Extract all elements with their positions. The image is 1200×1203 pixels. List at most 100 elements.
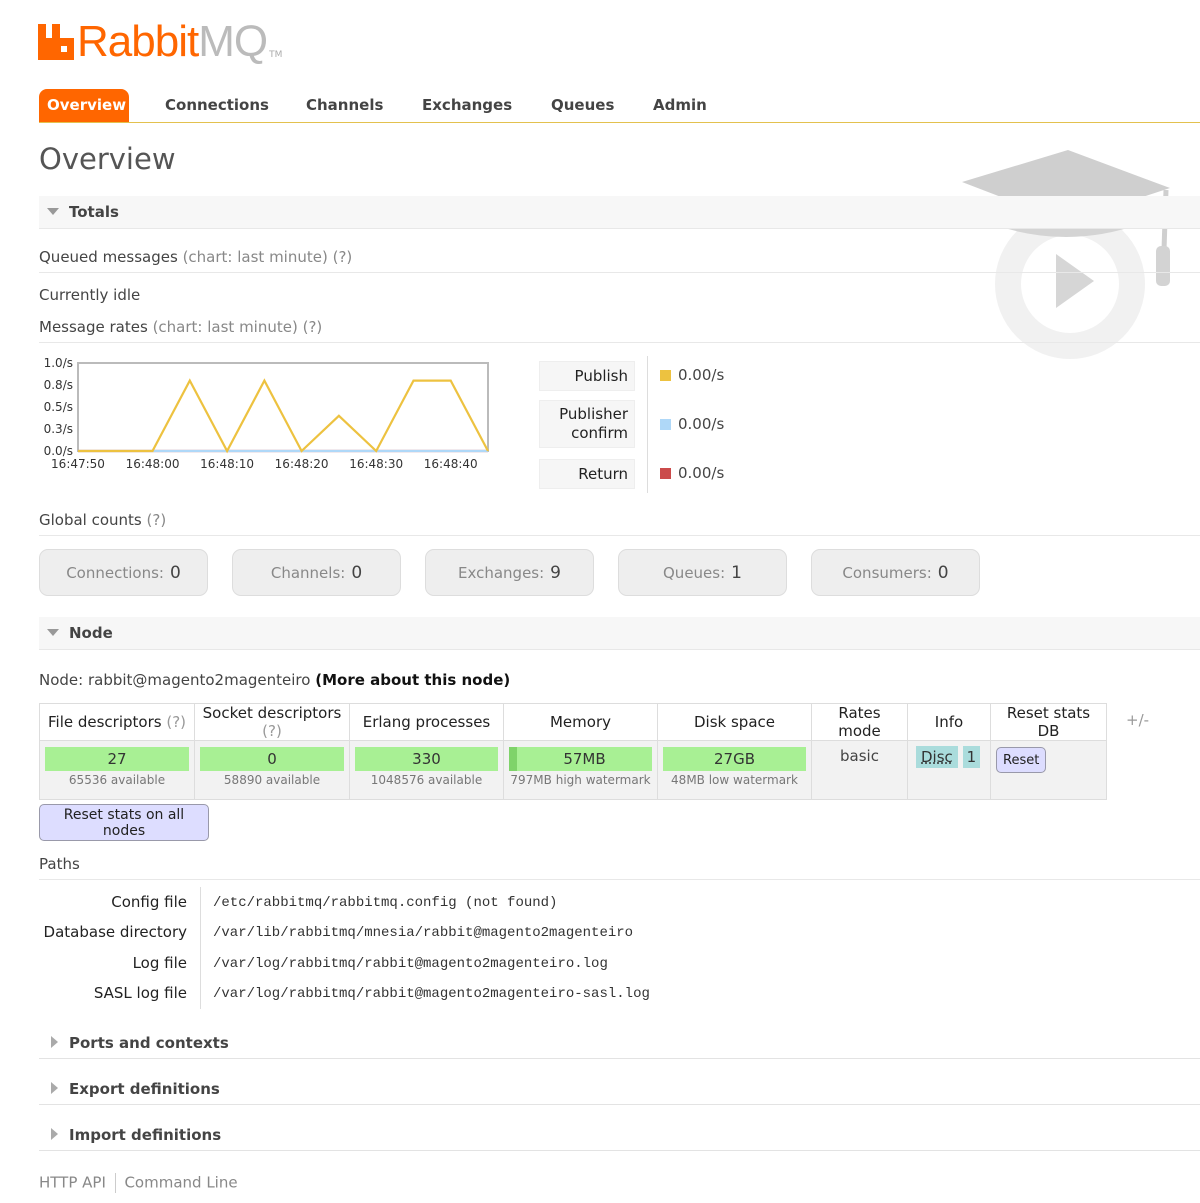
erlang-processes-sub: 1048576 available [370, 773, 483, 787]
tab-channels[interactable]: Channels [298, 89, 391, 122]
queued-messages-hint[interactable]: (chart: last minute) (?) [183, 248, 353, 266]
totals-header-label: Totals [69, 203, 119, 221]
legend-confirm-label: Publisher confirm [539, 400, 635, 448]
import-definitions-section-header[interactable]: Import definitions [39, 1119, 1200, 1151]
chart-x-tick-label: 16:48:30 [349, 457, 403, 471]
cell-rates-mode: basic [811, 740, 908, 800]
legend-return-swatch [660, 467, 671, 479]
chart-plot-frame [77, 362, 489, 452]
chart-x-tick-label: 16:48:40 [424, 457, 478, 471]
memory-bar: 57MB [509, 747, 652, 771]
tab-queues[interactable]: Queues [543, 89, 622, 122]
node-line: Node: rabbit@magento2magenteiro (More ab… [39, 671, 510, 689]
legend-confirm-value: 0.00/s [660, 415, 724, 433]
counter-connections[interactable]: Connections: 0 [39, 549, 208, 596]
global-counts-hint[interactable]: (?) [147, 511, 167, 529]
footer-command-line-link[interactable]: Command Line [124, 1174, 237, 1192]
legend-publish-value: 0.00/s [660, 366, 724, 384]
tab-overview[interactable]: Overview [39, 89, 129, 122]
export-definitions-section-header[interactable]: Export definitions [39, 1073, 1200, 1105]
legend-confirm-text: Publisher confirm [559, 405, 628, 442]
counter-channels[interactable]: Channels: 0 [232, 549, 401, 596]
cell-disk-space: 27GB 48MB low watermark [657, 740, 812, 800]
expand-triangle-icon [51, 1128, 58, 1140]
idle-status: Currently idle [39, 286, 141, 304]
path-database-value: /var/lib/rabbitmq/mnesia/rabbit@magento2… [213, 925, 634, 941]
file-descriptors-bar: 27 [45, 747, 189, 771]
chart-x-tick-label: 16:48:00 [126, 457, 180, 471]
tab-admin[interactable]: Admin [645, 89, 715, 122]
paths-label: Paths [39, 855, 80, 873]
rabbitmq-logo: RabbitMQ TM [38, 14, 282, 64]
path-sasl-label: SASL log file [93, 984, 187, 1002]
paths-heading: Paths [39, 855, 1200, 880]
counter-consumers[interactable]: Consumers: 0 [811, 549, 980, 596]
info-disc-tag[interactable]: Disc [916, 746, 958, 768]
th-reset-stats-db: Reset stats DB [990, 703, 1107, 741]
erlang-processes-bar: 330 [355, 747, 498, 771]
column-toggle[interactable]: +/- [1126, 711, 1149, 729]
th-file-descriptors: File descriptors (?) [39, 703, 195, 741]
counter-queues-value: 1 [731, 562, 742, 583]
collapse-triangle-icon [47, 208, 59, 215]
chart-x-tick-label: 16:47:50 [51, 457, 105, 471]
node-section-header[interactable]: Node [39, 617, 1200, 650]
th-socket-descriptors-label: Socket descriptors [202, 704, 342, 722]
disk-space-bar: 27GB [663, 747, 806, 771]
path-log-value: /var/log/rabbitmq/rabbit@magento2magente… [213, 956, 608, 972]
path-config-value: /etc/rabbitmq/rabbitmq.config (not found… [213, 895, 558, 911]
message-rates-label: Message rates [39, 318, 148, 336]
path-log-label: Log file [132, 954, 187, 972]
counter-connections-value: 0 [169, 562, 181, 583]
counter-consumers-value: 0 [937, 562, 949, 583]
page-title: Overview [39, 142, 176, 176]
collapse-triangle-icon [47, 629, 59, 636]
th-rates-mode: Rates mode [811, 703, 908, 741]
node-prefix: Node: [39, 671, 84, 689]
th-socket-descriptors: Socket descriptors (?) [194, 703, 350, 741]
tab-connections[interactable]: Connections [157, 89, 277, 122]
th-socket-descriptors-hint[interactable]: (?) [262, 722, 282, 740]
totals-section-header[interactable]: Totals [39, 196, 1200, 229]
memory-sub: 797MB high watermark [510, 773, 651, 787]
legend-confirm-rate: 0.00/s [678, 415, 725, 433]
th-file-descriptors-hint[interactable]: (?) [166, 713, 186, 731]
message-rates-hint[interactable]: (chart: last minute) (?) [153, 318, 323, 336]
counter-consumers-label: Consumers: [842, 563, 932, 582]
counter-exchanges-value: 9 [550, 562, 561, 583]
chart-x-tick-label: 16:48:20 [275, 457, 329, 471]
message-rates-chart: 1.0/s 0.8/s 0.5/s 0.3/s 0.0/s16:47:50 16:48:0… [44, 356, 489, 471]
counter-queues[interactable]: Queues: 1 [618, 549, 787, 596]
reset-node-stats-button[interactable]: Reset [996, 747, 1047, 773]
chart-y-tick-label: 0.0/s [44, 444, 73, 458]
legend-publish-rate: 0.00/s [678, 366, 725, 384]
ports-contexts-section-header[interactable]: Ports and contexts [39, 1027, 1200, 1059]
footer-divider [114, 1173, 116, 1193]
expand-triangle-icon [51, 1082, 58, 1094]
more-about-node-link[interactable]: (More about this node) [315, 671, 510, 689]
chart-y-tick-label: 0.5/s [44, 400, 73, 414]
info-count-tag: 1 [962, 746, 981, 768]
queued-messages-heading: Queued messages (chart: last minute) (?) [39, 248, 1200, 273]
logo-tm: TM [269, 50, 283, 60]
th-info: Info [907, 703, 991, 741]
expand-triangle-icon [51, 1036, 58, 1048]
chart-x-tick-label: 16:48:10 [200, 457, 254, 471]
tab-exchanges[interactable]: Exchanges [414, 89, 520, 122]
file-descriptors-sub: 65536 available [68, 773, 166, 787]
disk-space-sub: 48MB low watermark [671, 773, 798, 787]
counter-connections-label: Connections: [66, 563, 164, 582]
queued-messages-label: Queued messages [39, 248, 178, 266]
cell-memory: 57MB 797MB high watermark [503, 740, 658, 800]
node-stats-table: File descriptors (?) Socket descriptors … [39, 703, 1107, 800]
chart-y-tick-label: 0.3/s [44, 422, 73, 436]
legend-return-value: 0.00/s [660, 464, 724, 482]
counter-exchanges[interactable]: Exchanges: 9 [425, 549, 594, 596]
node-header-label: Node [69, 624, 113, 642]
reset-stats-all-nodes-button[interactable]: Reset stats on all nodes [39, 804, 209, 841]
footer-http-api-link[interactable]: HTTP API [39, 1174, 106, 1192]
legend-return-rate: 0.00/s [678, 464, 725, 482]
legend-publish-label: Publish [539, 361, 635, 391]
th-disk-space: Disk space [657, 703, 812, 741]
legend-divider [647, 356, 648, 493]
